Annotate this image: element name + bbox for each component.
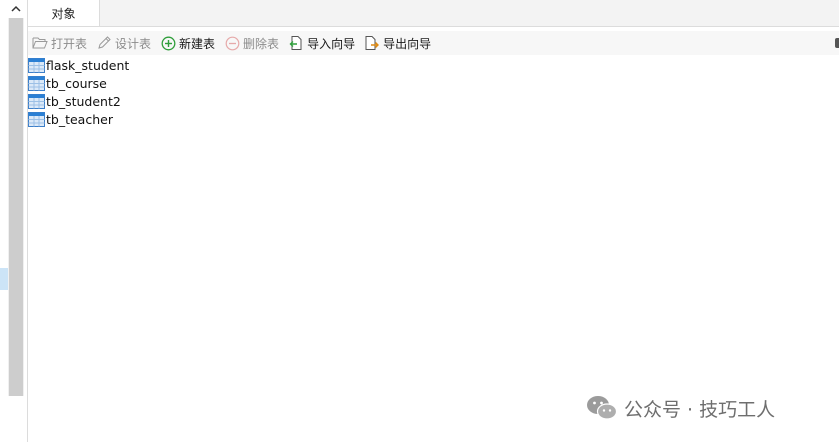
table-icon [28, 93, 45, 109]
table-icon [28, 57, 45, 73]
table-item-tb-teacher[interactable]: tb_teacher [28, 110, 839, 128]
folder-open-icon [32, 35, 48, 51]
export-wizard-button[interactable]: 导出向导 [360, 32, 434, 54]
chevron-up-icon [11, 5, 21, 12]
tab-bar: 对象 [28, 0, 839, 27]
scroll-up-button[interactable] [8, 2, 24, 16]
tab-label: 对象 [51, 6, 76, 21]
wechat-icon [587, 396, 618, 420]
table-item-tb-course[interactable]: tb_course [28, 74, 839, 92]
vertical-scrollbar-thumb[interactable] [9, 18, 23, 396]
export-icon [364, 35, 380, 51]
object-toolbar: 打开表 设计表 新建表 删除表 导入向导 导出向导 [28, 31, 839, 55]
delete-table-button[interactable]: 删除表 [220, 32, 282, 54]
table-icon [28, 111, 45, 127]
table-item-tb-student2[interactable]: tb_student2 [28, 92, 839, 110]
pencil-icon [96, 35, 112, 51]
open-table-button[interactable]: 打开表 [28, 32, 90, 54]
table-name: tb_student2 [46, 93, 121, 109]
import-wizard-button[interactable]: 导入向导 [284, 32, 358, 54]
table-name: tb_teacher [46, 111, 113, 127]
minus-circle-icon [224, 35, 240, 51]
plus-circle-icon [160, 35, 176, 51]
new-table-button[interactable]: 新建表 [156, 32, 218, 54]
table-item-flask-student[interactable]: flask_student [28, 56, 839, 74]
selected-row-highlight [0, 268, 8, 290]
table-name: tb_course [46, 75, 107, 91]
left-navigation-pane [0, 0, 28, 442]
navicat-window: 对象 打开表 设计表 新建表 删除表 导入向导 导出向导 flask_stude… [0, 0, 839, 442]
watermark: 公众号 · 技巧工人 [586, 393, 775, 423]
toolbar-overflow-handle[interactable] [835, 38, 839, 48]
watermark-text: 公众号 · 技巧工人 [624, 398, 776, 421]
table-name: flask_student [46, 57, 130, 73]
table-list: flask_student tb_course tb_student2 tb_t… [28, 56, 839, 128]
tab-objects[interactable]: 对象 [28, 0, 100, 26]
import-icon [288, 35, 304, 51]
table-icon [28, 75, 45, 91]
design-table-button[interactable]: 设计表 [92, 32, 154, 54]
